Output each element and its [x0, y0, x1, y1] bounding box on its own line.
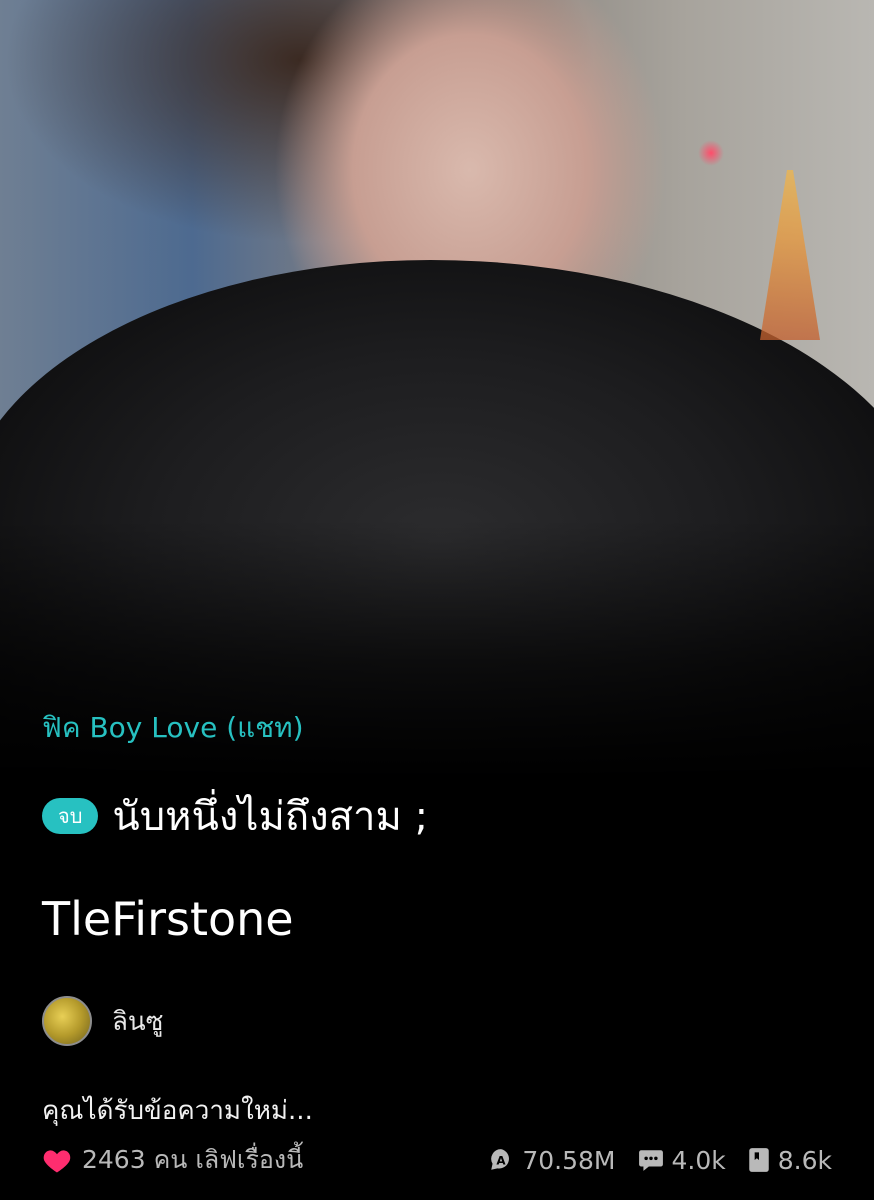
title-row: จบ นับหนึ่งไม่ถึงสาม ;	[42, 784, 428, 848]
views-icon: A	[488, 1147, 514, 1173]
svg-text:A: A	[497, 1153, 507, 1167]
comment-icon	[638, 1148, 664, 1172]
story-title-second-line: TleFirstone	[42, 892, 294, 946]
bookmark-icon	[748, 1147, 770, 1173]
views-stat: A 70.58M	[488, 1145, 616, 1175]
author-name[interactable]: ลินซู	[112, 1001, 163, 1042]
cover-image	[0, 0, 874, 780]
avatar[interactable]	[42, 996, 92, 1046]
likes-count-text: 2463 คน เลิฟเรื่องนี้	[82, 1145, 304, 1174]
story-counts: A 70.58M 4.0k 8.6k	[488, 1146, 832, 1175]
heart-icon[interactable]	[42, 1146, 72, 1174]
author-row[interactable]: ลินซู	[42, 996, 163, 1046]
views-count: 70.58M	[522, 1145, 616, 1175]
cover-traffic-cone	[760, 170, 820, 340]
story-category[interactable]: ฟิค Boy Love (แชท)	[42, 706, 304, 750]
stats-bar: 2463 คน เลิฟเรื่องนี้ A 70.58M 4.0k 8.6k	[42, 1140, 832, 1180]
cover-red-light	[698, 140, 724, 166]
bookmarks-count: 8.6k	[777, 1145, 832, 1175]
story-description: คุณได้รับข้อความใหม่...	[42, 1096, 313, 1126]
comments-stat: 4.0k	[638, 1146, 726, 1175]
status-badge: จบ	[42, 798, 99, 834]
bookmarks-stat: 8.6k	[748, 1146, 832, 1175]
story-title: นับหนึ่งไม่ถึงสาม ;	[112, 794, 429, 840]
comments-count: 4.0k	[671, 1145, 726, 1175]
likes-stat[interactable]: 2463 คน เลิฟเรื่องนี้	[42, 1140, 303, 1180]
